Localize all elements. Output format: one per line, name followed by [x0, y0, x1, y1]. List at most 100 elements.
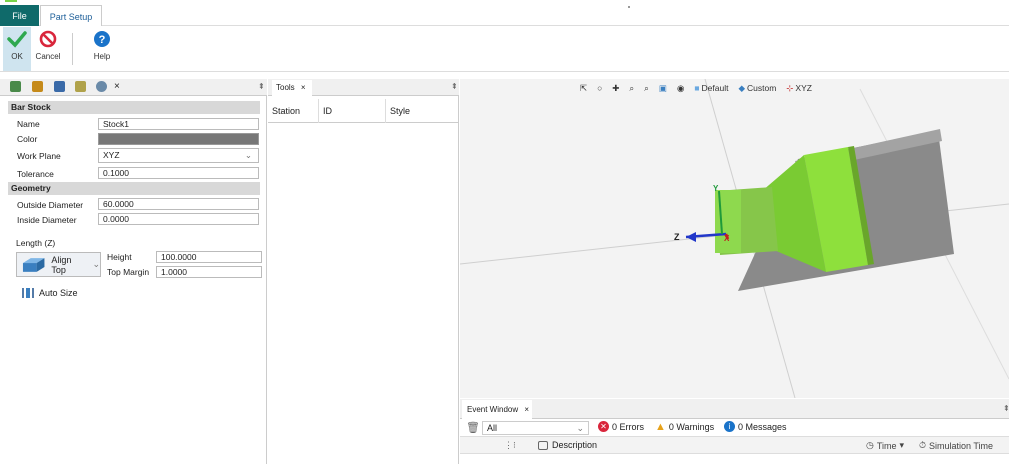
z-arrow [686, 232, 696, 242]
viewport-scene: Z X Y [460, 79, 1009, 398]
rotate-icon[interactable]: ○ [597, 83, 602, 93]
id-column[interactable]: ID [319, 99, 386, 123]
ok-button[interactable]: OK [3, 27, 31, 71]
help-label: Help [93, 52, 111, 61]
event-window-tab-bar [460, 399, 1009, 419]
errors-filter[interactable]: ✕ 0 Errors [598, 421, 644, 432]
inside-diameter-field[interactable]: 0.0000 [98, 213, 259, 225]
fit-icon[interactable]: ▣ [659, 83, 667, 94]
pan-icon[interactable]: ✚ [612, 83, 619, 94]
x-axis-label: X [724, 234, 730, 243]
simulation-time-label: Simulation Time [929, 440, 994, 451]
fixture-setup-icon[interactable] [32, 81, 43, 92]
zoom-window-icon[interactable]: ⌕ [644, 83, 649, 94]
geometry-header: Geometry [8, 182, 260, 195]
menu-bar [0, 0, 1009, 26]
messages-filter[interactable]: i 0 Messages [724, 421, 787, 432]
help-icon: ? [94, 31, 110, 47]
cancel-button[interactable]: Cancel [33, 27, 63, 71]
event-filter-select[interactable]: All ⌄ [482, 421, 589, 435]
warning-icon: ▲ [655, 421, 666, 433]
top-margin-label: Top Margin [107, 267, 150, 277]
length-label: Length (Z) [16, 238, 56, 248]
work-plane-value: XYZ [103, 150, 120, 160]
station-column[interactable]: Station [268, 99, 319, 123]
svg-text:?: ? [99, 34, 106, 46]
chevron-down-icon: ⌄ [244, 150, 252, 160]
description-column[interactable]: Description [538, 440, 597, 450]
xyz-view-button[interactable]: ⊹ XYZ [786, 83, 812, 94]
z-axis-label: Z [674, 232, 680, 242]
zoom-icon[interactable]: ⌕ [629, 83, 634, 94]
clock-icon: ◷ [866, 440, 874, 450]
tools-pin-icon[interactable]: ⇞ [451, 82, 458, 91]
ribbon-separator [72, 33, 73, 65]
error-icon: ✕ [598, 421, 609, 432]
checkmark-icon [7, 31, 27, 48]
ok-label: OK [11, 52, 23, 61]
simulation-time-column[interactable]: ⏱ Simulation Time [919, 440, 993, 451]
tools-close-icon[interactable]: × [301, 83, 306, 92]
errors-label: 0 Errors [612, 421, 645, 432]
ribbon [0, 26, 1009, 72]
y-axis-label: Y [713, 184, 719, 193]
event-close-icon[interactable]: × [524, 405, 529, 414]
event-window-label: Event Window [467, 405, 519, 414]
name-field[interactable]: Stock1 [98, 118, 259, 130]
tolerance-label: Tolerance [17, 169, 54, 179]
event-filter-value: All [487, 423, 498, 433]
align-top-label: Align Top [51, 254, 72, 275]
cylinder-align-icon [22, 257, 45, 272]
file-tab[interactable]: File [0, 5, 39, 26]
3d-viewport[interactable]: Z X Y [460, 79, 1009, 398]
inside-diameter-label: Inside Diameter [17, 215, 77, 225]
outside-diameter-label: Outside Diameter [17, 200, 84, 210]
list-icon [538, 440, 548, 450]
align-top-dropdown[interactable]: Align Top ⌄ [16, 252, 101, 277]
work-plane-select[interactable]: XYZ ⌄ [98, 148, 259, 163]
part-setup-tab[interactable]: Part Setup [40, 5, 102, 27]
style-column[interactable]: Style [386, 99, 459, 123]
auto-size-icon [22, 288, 34, 298]
visibility-icon[interactable]: ◉ [677, 83, 684, 94]
event-window-tab[interactable]: Event Window × [462, 400, 532, 419]
name-label: Name [17, 119, 40, 129]
event-pin-icon[interactable]: ⇞ [1003, 404, 1009, 413]
target-setup-icon[interactable] [75, 81, 86, 92]
time-dropdown[interactable]: ◷ Time ▾ [866, 440, 904, 451]
warnings-label: 0 Warnings [668, 422, 715, 432]
color-field[interactable] [98, 133, 259, 145]
default-view-button[interactable]: ■ Default [694, 83, 728, 93]
top-margin-field[interactable]: 1.0000 [156, 266, 262, 278]
caret-down-icon: ▾ [899, 440, 905, 450]
custom-view-button[interactable]: ◆ Custom [738, 83, 776, 94]
bar-stock-header: Bar Stock [8, 101, 260, 114]
trash-icon[interactable]: 🗑 [466, 421, 480, 434]
messages-label: 0 Messages [738, 421, 787, 432]
bar-stock-icon[interactable] [96, 81, 107, 92]
time-label: Time [876, 440, 897, 451]
warnings-filter[interactable]: ▲ 0 Warnings [655, 421, 714, 433]
stopwatch-icon: ⏱ [919, 440, 927, 450]
panel-pin-icon[interactable]: ⇞ [258, 82, 265, 91]
tolerance-field[interactable]: 0.1000 [98, 167, 259, 179]
select-icon[interactable]: ⇱ [580, 83, 587, 94]
stock-setup-icon[interactable] [10, 81, 21, 92]
outside-diameter-field[interactable]: 60.0000 [98, 198, 259, 210]
cube-icon: ■ [694, 83, 700, 93]
tools-tab[interactable]: Tools × [272, 80, 312, 96]
chevron-down-icon: ⌄ [576, 423, 584, 433]
tree-icon[interactable]: ⋮⁝ [504, 440, 516, 451]
height-field[interactable]: 100.0000 [156, 251, 262, 263]
help-button[interactable]: ? Help [86, 27, 118, 71]
description-label: Description [552, 440, 598, 450]
panel-close-icon[interactable]: × [114, 81, 120, 92]
work-plane-label: Work Plane [17, 151, 61, 161]
custom-view-label: Custom [747, 83, 777, 93]
default-view-label: Default [701, 83, 729, 93]
part-setup-icon[interactable] [54, 81, 65, 92]
auto-size-label: Auto Size [39, 288, 78, 298]
height-label: Height [107, 252, 132, 262]
auto-size-button[interactable]: Auto Size [22, 287, 78, 299]
color-label: Color [17, 134, 38, 144]
